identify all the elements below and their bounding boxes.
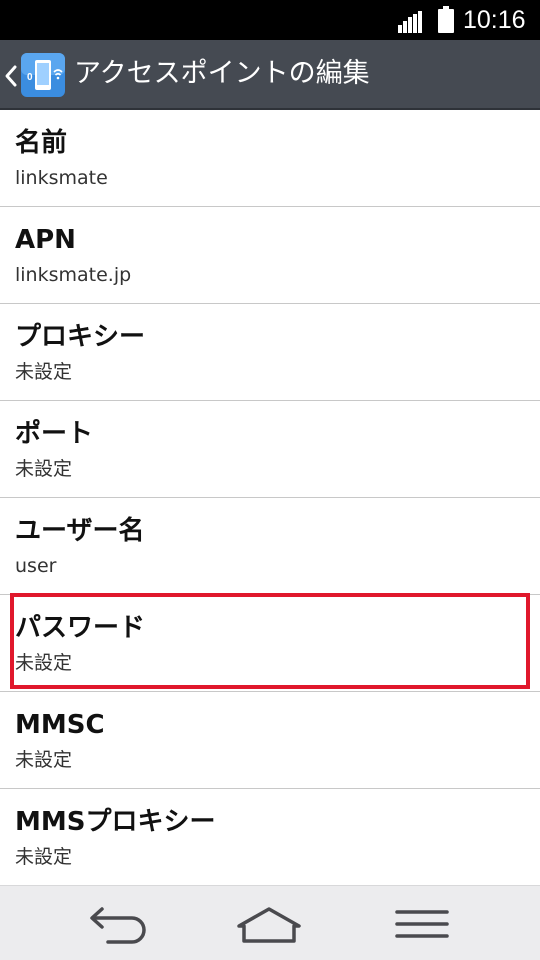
status-bar: 10:16 bbox=[0, 0, 540, 40]
back-arrow-icon[interactable] bbox=[82, 904, 152, 944]
svg-text:0: 0 bbox=[27, 72, 33, 83]
page-title: アクセスポイントの編集 bbox=[74, 58, 370, 89]
setting-row-username[interactable]: ユーザー名 user bbox=[0, 498, 540, 595]
setting-value: 未設定 bbox=[15, 458, 73, 480]
setting-value: 未設定 bbox=[15, 846, 73, 868]
status-time: 10:16 bbox=[463, 6, 526, 34]
home-icon[interactable] bbox=[234, 904, 304, 944]
navigation-bar bbox=[0, 885, 540, 960]
setting-row-apn[interactable]: APN linksmate.jp bbox=[0, 207, 540, 304]
setting-row-mmsc[interactable]: MMSC 未設定 bbox=[0, 692, 540, 789]
setting-value: linksmate bbox=[15, 167, 108, 189]
setting-label: MMSプロキシー bbox=[15, 807, 216, 837]
setting-label: ポート bbox=[15, 419, 94, 449]
menu-icon[interactable] bbox=[387, 904, 457, 944]
setting-label: プロキシー bbox=[15, 322, 146, 352]
setting-value: 未設定 bbox=[15, 361, 73, 383]
setting-value: linksmate.jp bbox=[15, 264, 132, 286]
signal-strength-icon bbox=[398, 11, 424, 33]
setting-label: MMSC bbox=[15, 710, 105, 740]
highlight-box bbox=[10, 593, 530, 689]
setting-label: 名前 bbox=[15, 128, 68, 158]
setting-row-proxy[interactable]: プロキシー 未設定 bbox=[0, 304, 540, 401]
app-icon[interactable]: 0 bbox=[20, 52, 66, 98]
setting-row-port[interactable]: ポート 未設定 bbox=[0, 401, 540, 498]
setting-value: user bbox=[15, 555, 57, 577]
setting-row-name[interactable]: 名前 linksmate bbox=[0, 110, 540, 207]
chevron-left-icon[interactable] bbox=[4, 64, 18, 88]
setting-value: 未設定 bbox=[15, 749, 73, 771]
setting-label: APN bbox=[15, 225, 76, 255]
setting-label: ユーザー名 bbox=[15, 516, 145, 546]
battery-icon bbox=[438, 6, 454, 33]
apn-settings-list: 名前 linksmate APN linksmate.jp プロキシー 未設定 … bbox=[0, 110, 540, 886]
action-bar: 0 アクセスポイントの編集 bbox=[0, 40, 540, 110]
setting-row-mms-proxy[interactable]: MMSプロキシー 未設定 bbox=[0, 789, 540, 886]
